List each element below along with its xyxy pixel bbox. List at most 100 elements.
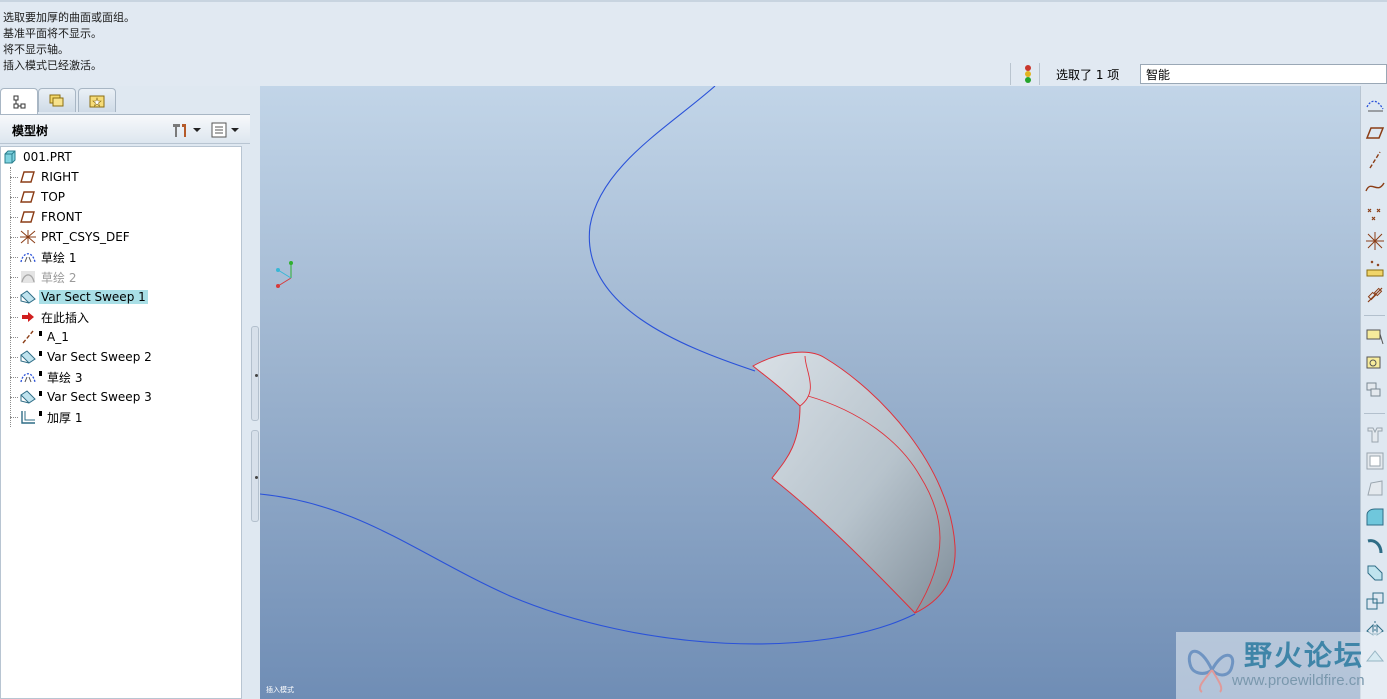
favorites-icon bbox=[89, 95, 105, 107]
insert-marker bbox=[39, 371, 42, 376]
chamfer-icon[interactable] bbox=[1364, 534, 1386, 556]
tree-item[interactable]: Var Sect Sweep 3 bbox=[19, 387, 154, 407]
toolbar-separator bbox=[1364, 413, 1385, 414]
sweep-tool-icon[interactable] bbox=[1364, 379, 1386, 401]
message-line: 将不显示轴。 bbox=[3, 43, 69, 56]
tree-connector bbox=[10, 377, 18, 378]
sketch-icon bbox=[19, 269, 37, 285]
tree-connector bbox=[10, 197, 18, 198]
insert-marker bbox=[39, 351, 42, 356]
tree-item[interactable]: Var Sect Sweep 2 bbox=[19, 347, 154, 367]
selection-filter-select[interactable]: 智能 bbox=[1140, 64, 1387, 84]
tree-connector bbox=[10, 177, 18, 178]
message-area: 选取要加厚的曲面或面组。 基准平面将不显示。 将不显示轴。 插入模式已经激活。 … bbox=[0, 0, 1387, 86]
datum-plane-tool-icon[interactable] bbox=[1364, 122, 1386, 144]
chevron-down-icon bbox=[231, 128, 239, 132]
sweep-icon bbox=[19, 389, 37, 405]
model-tree-header: 模型树 bbox=[0, 114, 250, 144]
tree-item[interactable]: 草绘 3 bbox=[19, 367, 84, 387]
insert-marker bbox=[39, 391, 42, 396]
datum-plane-icon bbox=[19, 209, 37, 225]
splitter-handle[interactable] bbox=[251, 326, 259, 421]
csys-tool-icon[interactable] bbox=[1364, 230, 1386, 252]
graphics-viewport[interactable]: 插入模式 bbox=[260, 86, 1360, 699]
traffic-light-icon[interactable] bbox=[1023, 65, 1033, 83]
chain-icon[interactable] bbox=[1364, 284, 1386, 306]
tree-item[interactable]: PRT_CSYS_DEF bbox=[19, 227, 132, 247]
tree-item[interactable]: Var Sect Sweep 1 bbox=[19, 287, 148, 307]
tree-item-label: 在此插入 bbox=[41, 310, 90, 325]
model-graphics bbox=[260, 86, 956, 645]
sweep-icon bbox=[19, 289, 37, 305]
tree-item-label: RIGHT bbox=[41, 170, 79, 184]
draft-icon[interactable] bbox=[1364, 477, 1386, 499]
revolve-icon[interactable] bbox=[1364, 352, 1386, 374]
tree-settings-button[interactable] bbox=[170, 120, 201, 140]
tree-item-label: 草绘 3 bbox=[47, 370, 83, 385]
tab-favorites[interactable] bbox=[78, 88, 116, 112]
tree-item[interactable]: TOP bbox=[19, 187, 67, 207]
tree-item[interactable]: FRONT bbox=[19, 207, 84, 227]
analysis-feature-icon[interactable] bbox=[1364, 257, 1386, 279]
status-separator bbox=[1010, 63, 1011, 85]
folder-browser-icon bbox=[49, 94, 64, 106]
datum-curve-tool-icon[interactable] bbox=[1364, 176, 1386, 198]
mode-label: 插入模式 bbox=[266, 686, 294, 694]
insert-marker bbox=[39, 331, 42, 336]
tree-connector bbox=[10, 217, 18, 218]
tree-item[interactable]: 草绘 2 bbox=[19, 267, 78, 287]
tree-item-label: FRONT bbox=[41, 210, 82, 224]
tree-item-label: 草绘 1 bbox=[41, 250, 77, 265]
hole-icon[interactable] bbox=[1364, 562, 1386, 584]
datum-plane-icon bbox=[19, 169, 37, 185]
round-icon[interactable] bbox=[1364, 506, 1386, 528]
model-tree-icon bbox=[13, 95, 26, 108]
part-icon bbox=[1, 149, 19, 165]
tree-item-label: TOP bbox=[41, 190, 66, 204]
tree-item-label: 001.PRT bbox=[23, 150, 72, 164]
tree-connector bbox=[10, 237, 18, 238]
pattern-icon[interactable] bbox=[1364, 590, 1386, 612]
sweep-surface bbox=[752, 351, 956, 614]
message-line: 插入模式已经激活。 bbox=[3, 59, 102, 72]
feature-toolbar bbox=[1360, 86, 1387, 699]
tree-item[interactable]: 在此插入 bbox=[19, 307, 91, 327]
forum-watermark: 野火论坛 www.proewildfire.cn bbox=[1176, 632, 1387, 699]
tree-item[interactable]: 草绘 1 bbox=[19, 247, 78, 267]
datum-plane-icon bbox=[19, 189, 37, 205]
tree-item[interactable]: A_1 bbox=[19, 327, 71, 347]
extrude-icon[interactable] bbox=[1364, 325, 1386, 347]
model-tree: 001.PRT RIGHT TOP FRONT PRT_CSYS_DEF 草绘 1 草绘 2… bbox=[0, 146, 242, 699]
message-line: 选取要加厚的曲面或面组。 bbox=[3, 11, 135, 24]
datum-point-tool-icon[interactable] bbox=[1364, 203, 1386, 225]
tree-item[interactable]: RIGHT bbox=[19, 167, 81, 187]
panel-splitter[interactable] bbox=[250, 86, 260, 699]
navigator-panel: 模型树 001.PRT RIGHT TOP FRONT PRT_CSYS_DEF 草绘 1… bbox=[0, 86, 250, 699]
tree-item[interactable]: 001.PRT bbox=[1, 147, 74, 167]
sweep-icon bbox=[19, 349, 37, 365]
tree-item-label: Var Sect Sweep 3 bbox=[47, 390, 152, 404]
tree-item[interactable]: 加厚 1 bbox=[19, 407, 84, 427]
status-separator bbox=[1039, 63, 1040, 85]
tree-connector bbox=[10, 317, 18, 318]
thicken-icon bbox=[19, 409, 37, 425]
sketch-icon bbox=[19, 249, 37, 265]
tree-connector bbox=[10, 337, 18, 338]
view-triad bbox=[276, 261, 293, 288]
tree-item-label: 草绘 2 bbox=[41, 270, 77, 285]
tree-item-label: PRT_CSYS_DEF bbox=[41, 230, 130, 244]
toolbar-separator bbox=[1364, 315, 1385, 316]
insert-marker bbox=[39, 411, 42, 416]
tree-show-button[interactable] bbox=[210, 120, 239, 140]
tab-model-tree[interactable] bbox=[0, 88, 38, 114]
selected-count-text: 选取了 1 项 bbox=[1056, 67, 1120, 82]
datum-axis-tool-icon[interactable] bbox=[1364, 149, 1386, 171]
tree-connector bbox=[10, 257, 18, 258]
sketch-tool-icon[interactable] bbox=[1364, 94, 1386, 116]
rib-icon[interactable] bbox=[1364, 423, 1386, 445]
chevron-down-icon bbox=[193, 128, 201, 132]
tools-icon bbox=[173, 124, 186, 137]
splitter-handle[interactable] bbox=[251, 430, 259, 522]
shell-icon[interactable] bbox=[1364, 450, 1386, 472]
tab-folder-browser[interactable] bbox=[38, 88, 76, 112]
